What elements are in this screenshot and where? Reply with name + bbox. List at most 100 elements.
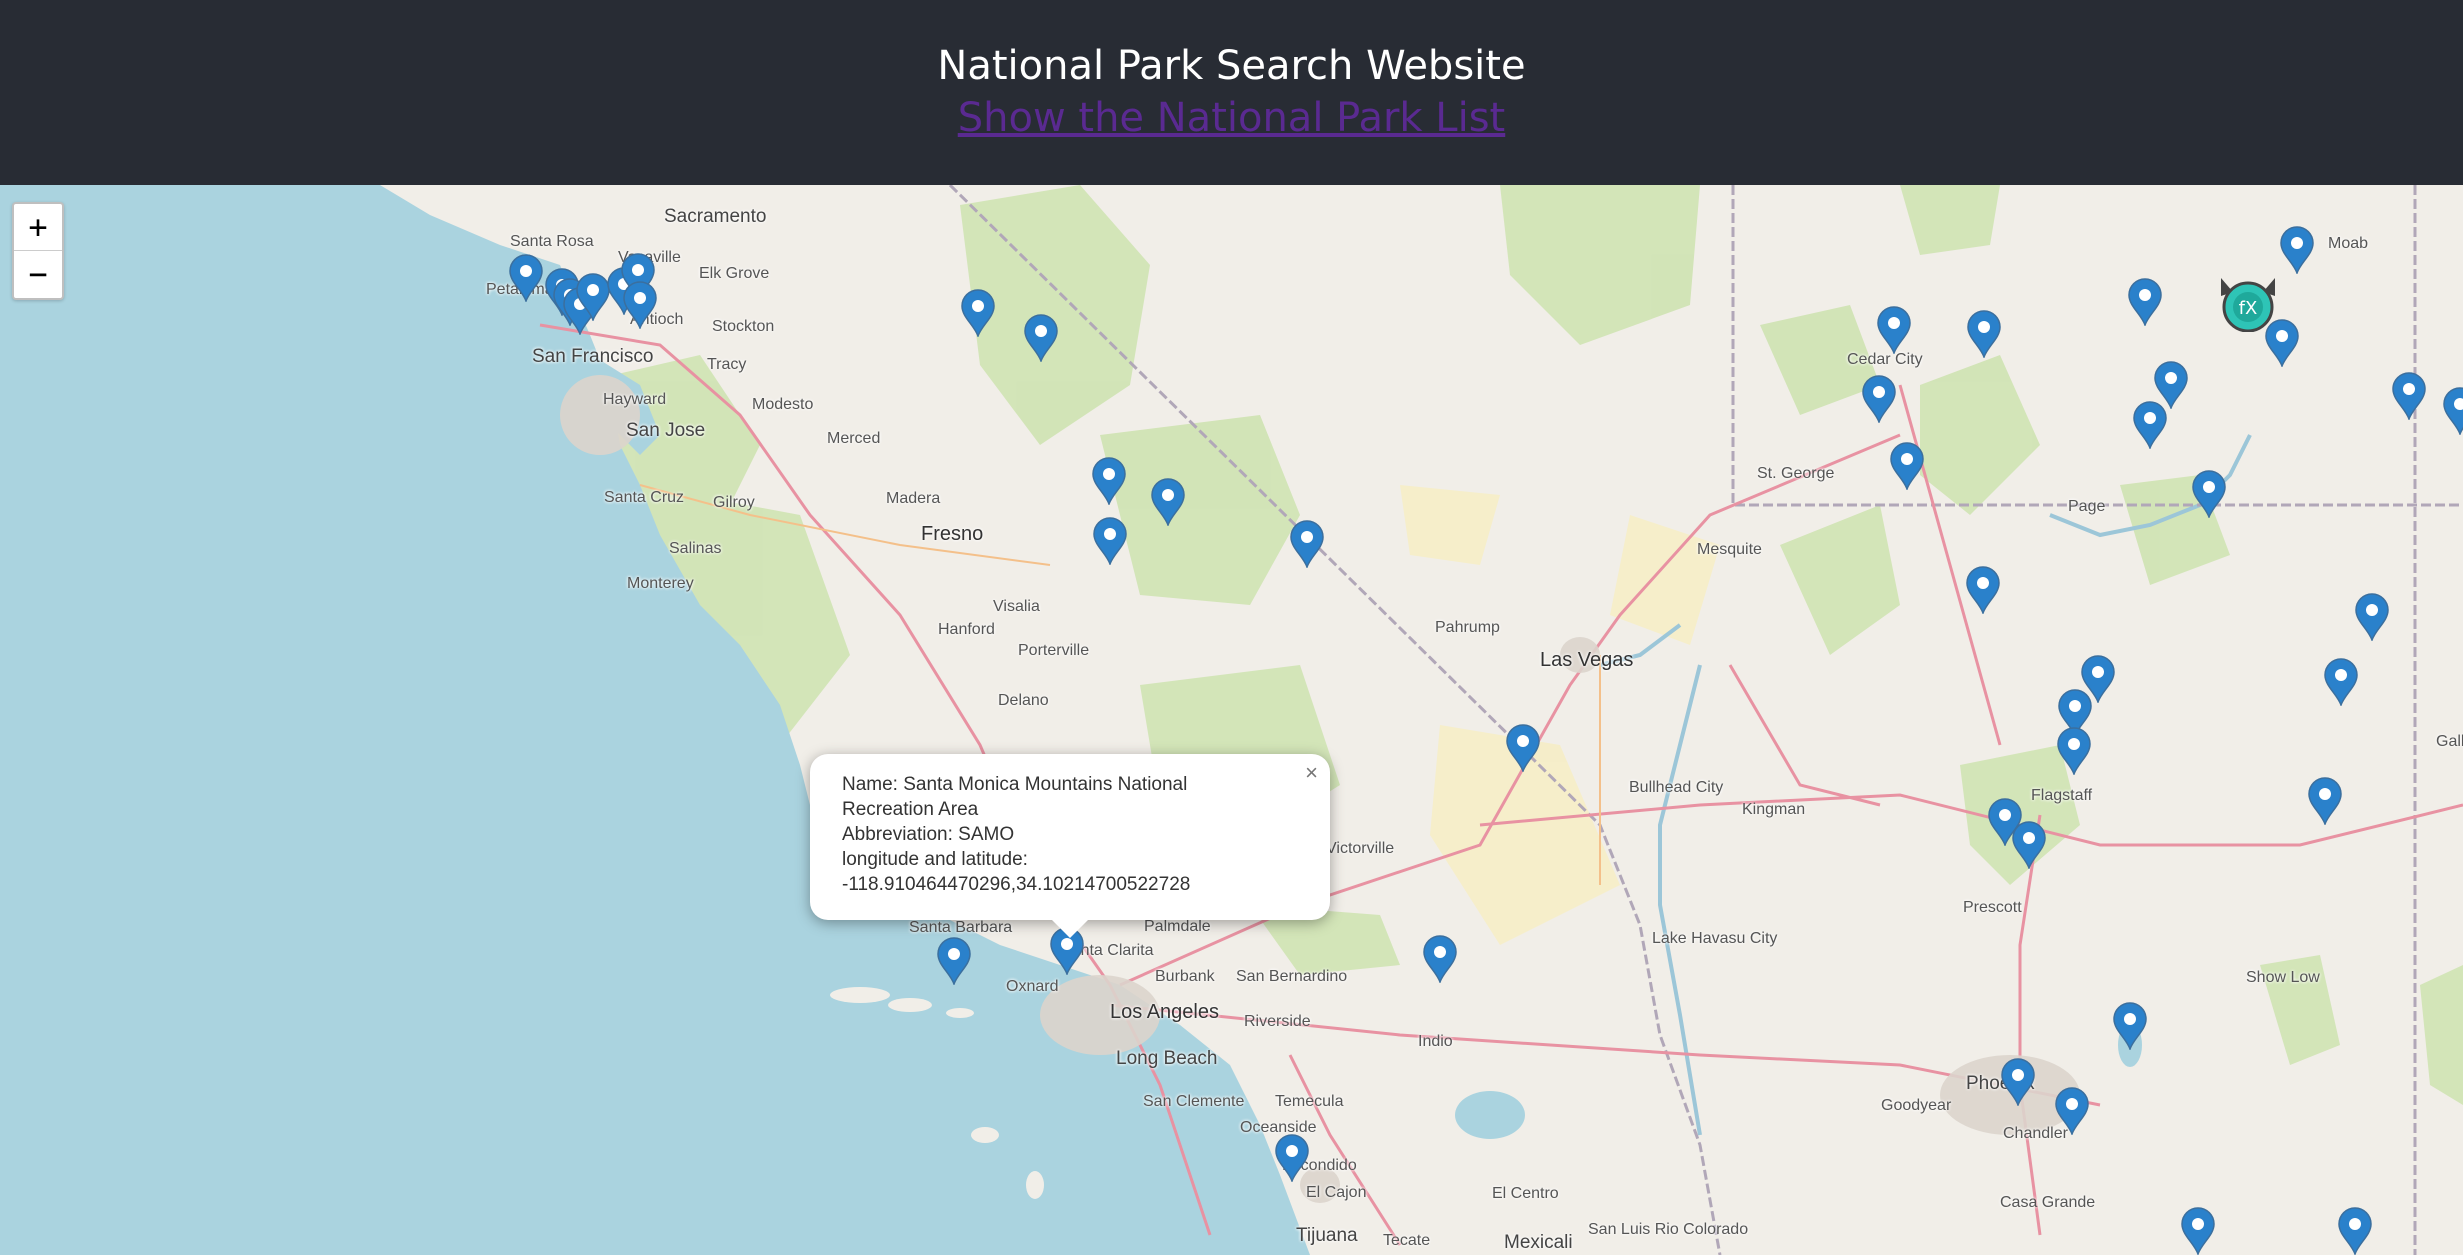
park-marker-icon[interactable] — [1861, 375, 1897, 425]
map-label: Long Beach — [1116, 1048, 1218, 1069]
park-marker-icon[interactable] — [1092, 517, 1128, 567]
map-label: Tecate — [1383, 1232, 1431, 1249]
map-label: Moab — [2328, 235, 2369, 252]
popup-coords-value: -118.910464470296,34.10214700522728 — [842, 874, 1191, 895]
popup-abbreviation: Abbreviation: SAMO — [842, 824, 1015, 845]
map-label: Monterey — [627, 575, 694, 592]
park-marker-icon[interactable] — [508, 254, 544, 304]
popup-close-button[interactable]: × — [1305, 760, 1318, 786]
park-marker-icon[interactable] — [2011, 821, 2047, 871]
popup-coords-label: longitude and latitude: — [842, 849, 1028, 870]
map-label: San Francisco — [532, 346, 654, 367]
park-marker-icon[interactable] — [1965, 566, 2001, 616]
map-label: Santa Barbara — [909, 919, 1013, 936]
map-label: Hanford — [938, 621, 995, 638]
park-marker-icon[interactable] — [1889, 442, 1925, 492]
zoom-out-button[interactable]: − — [14, 250, 62, 297]
popup-tip — [1051, 919, 1089, 938]
map-label: San Jose — [626, 420, 706, 441]
park-marker-icon[interactable] — [2180, 1207, 2216, 1255]
park-marker-icon[interactable] — [2112, 1002, 2148, 1052]
park-marker-icon[interactable] — [2127, 278, 2163, 328]
map-label: Riverside — [1244, 1013, 1311, 1030]
park-marker-icon[interactable] — [1966, 310, 2002, 360]
map-label: Modesto — [752, 396, 814, 413]
park-marker-icon[interactable] — [1274, 1134, 1310, 1184]
map-label: San Luis Rio Colorado — [1588, 1221, 1749, 1238]
map-label: Burbank — [1155, 968, 1215, 985]
svg-text:fX: fX — [2239, 298, 2258, 319]
map-label: El Cajon — [1306, 1184, 1367, 1201]
park-marker-icon[interactable] — [2323, 658, 2359, 708]
park-marker-icon[interactable] — [1289, 520, 1325, 570]
map-label: Goodyear — [1881, 1097, 1952, 1114]
map-label: Victorville — [1326, 840, 1395, 857]
park-list-link[interactable]: Show the National Park List — [0, 92, 2463, 144]
map-label: Merced — [827, 430, 881, 447]
app-header: National Park Search Website Show the Na… — [0, 0, 2463, 185]
map-label: Palmdale — [1144, 918, 1211, 935]
avatar-badge-icon[interactable]: fX — [2213, 272, 2283, 332]
map-label: Los Angeles — [1110, 1001, 1219, 1023]
map-label: Oxnard — [1006, 978, 1059, 995]
map-label: Santa Rosa — [510, 233, 594, 250]
map-label: St. George — [1757, 465, 1835, 482]
map-canvas[interactable]: Sacramento Santa Rosa Vacaville Elk Grov… — [0, 185, 2463, 1255]
park-marker-icon[interactable] — [1023, 314, 1059, 364]
map-label: Mexicali — [1504, 1232, 1573, 1253]
popup-content: Name: Santa Monica Mountains National Re… — [842, 772, 1272, 897]
map-label: Tracy — [707, 356, 747, 373]
zoom-in-button[interactable]: + — [14, 204, 62, 250]
map-label: Gilroy — [713, 494, 755, 511]
map-label: Bullhead City — [1629, 779, 1724, 796]
map-label: Sacramento — [664, 206, 767, 227]
map-label: Lake Havasu City — [1652, 930, 1778, 947]
map-label: Elk Grove — [699, 265, 770, 282]
park-marker-icon[interactable] — [1505, 724, 1541, 774]
park-marker-icon[interactable] — [2391, 372, 2427, 422]
map-label: Prescott — [1963, 899, 2022, 916]
map-label: Page — [2068, 498, 2106, 515]
map-label: Gallup — [2436, 733, 2463, 750]
map-label: San Clemente — [1143, 1093, 1245, 1110]
map-label: Las Vegas — [1540, 649, 1634, 671]
map-label: Mesquite — [1697, 541, 1762, 558]
park-marker-icon[interactable] — [1422, 935, 1458, 985]
map-label: Stockton — [712, 318, 775, 335]
park-marker-icon[interactable] — [2354, 593, 2390, 643]
map-label: Madera — [886, 490, 941, 507]
park-marker-icon[interactable] — [622, 281, 658, 331]
park-marker-icon[interactable] — [960, 289, 996, 339]
park-marker-icon[interactable] — [2054, 1087, 2090, 1137]
map-label: San Bernardino — [1236, 968, 1348, 985]
map-label: Flagstaff — [2031, 787, 2093, 804]
map-label: Casa Grande — [2000, 1194, 2096, 1211]
zoom-control: + − — [12, 202, 64, 300]
park-marker-icon[interactable] — [936, 937, 972, 987]
map-label: Delano — [998, 692, 1049, 709]
park-marker-icon[interactable] — [1876, 306, 1912, 356]
park-marker-icon[interactable] — [2191, 470, 2227, 520]
map-label: Show Low — [2246, 969, 2320, 986]
map-label: Salinas — [669, 540, 722, 557]
park-marker-icon[interactable] — [2056, 727, 2092, 777]
park-marker-icon[interactable] — [2132, 401, 2168, 451]
park-popup: × Name: Santa Monica Mountains National … — [810, 754, 1330, 938]
map-label: El Centro — [1492, 1185, 1559, 1202]
park-marker-icon[interactable] — [2442, 387, 2463, 437]
map-label: Indio — [1418, 1033, 1453, 1050]
map-label: Hayward — [603, 391, 667, 408]
popup-park-name: Name: Santa Monica Mountains National Re… — [842, 774, 1188, 820]
park-marker-icon[interactable] — [1150, 478, 1186, 528]
map-label: Porterville — [1018, 642, 1090, 659]
park-marker-icon[interactable] — [2337, 1207, 2373, 1255]
map-label: Santa Cruz — [604, 489, 685, 506]
park-marker-icon[interactable] — [2307, 777, 2343, 827]
map-label: Tijuana — [1296, 1225, 1358, 1246]
park-marker-icon[interactable] — [2279, 226, 2315, 276]
map-label: Visalia — [993, 598, 1040, 615]
park-marker-icon[interactable] — [2000, 1058, 2036, 1108]
park-marker-icon[interactable] — [1091, 457, 1127, 507]
map-label: Temecula — [1275, 1093, 1344, 1110]
map-label: Kingman — [1742, 801, 1806, 818]
